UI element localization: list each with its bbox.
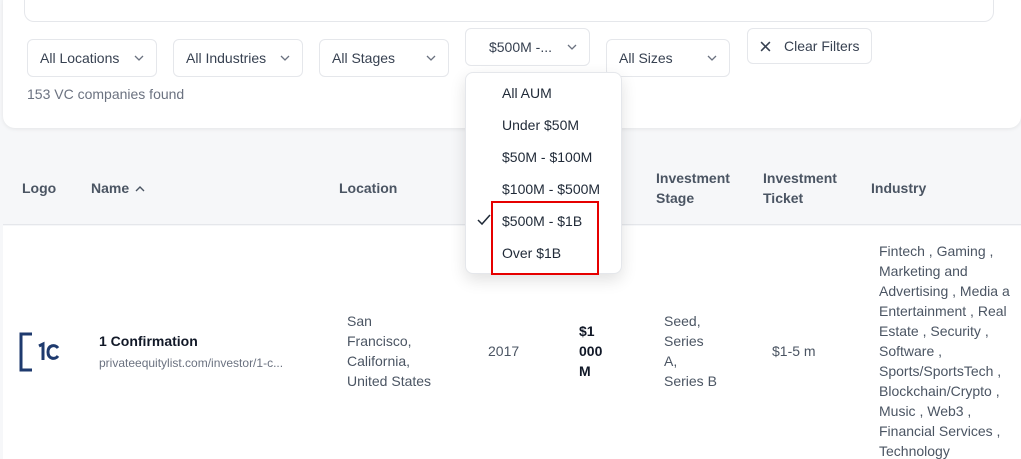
header-stage-line-1: Investment <box>656 170 730 186</box>
chevron-down-icon <box>426 55 436 61</box>
location-line: California, <box>347 353 411 369</box>
header-name[interactable]: Name <box>91 178 145 198</box>
stage-filter[interactable]: All Stages <box>319 39 449 77</box>
location-line: United States <box>347 373 432 389</box>
industry-line: Marketing and <box>879 263 968 279</box>
stage-line: Series <box>664 333 704 349</box>
aum-line: 000 <box>579 343 603 359</box>
aum-option-50m-100m[interactable]: $50M - $100M <box>502 149 592 165</box>
aum-option-all[interactable]: All AUM <box>502 85 552 101</box>
stage-line: Seed, <box>664 313 701 329</box>
industry-line: Financial Services , <box>879 423 1001 439</box>
location-line: Francisco, <box>347 333 412 349</box>
chevron-down-icon <box>280 55 290 61</box>
company-logo <box>19 332 60 372</box>
company-name[interactable]: 1 Confirmation <box>99 331 198 351</box>
results-count: 153 VC companies found <box>27 86 185 102</box>
industry-line: Sports/SportsTech , <box>879 363 1002 379</box>
header-industry: Industry <box>871 180 927 196</box>
aum-line: M <box>579 363 591 379</box>
sort-ascending-icon <box>135 186 145 192</box>
location-line: San <box>347 313 372 329</box>
industry-line: Estate , Security , <box>879 323 989 339</box>
investment-stages: Seed, Series A, Series B <box>664 311 717 391</box>
industry-line: Entertainment , Real <box>879 303 1007 319</box>
industry-line: Fintech , Gaming , <box>879 243 994 259</box>
aum-option-100m-500m[interactable]: $100M - $500M <box>502 181 600 197</box>
chevron-down-icon <box>707 55 717 61</box>
chevron-down-icon <box>134 55 144 61</box>
industry-line: Technology <box>879 443 950 459</box>
stage-line: Series B <box>664 373 717 389</box>
header-investment-stage: Investment Stage <box>656 168 730 208</box>
header-investment-ticket: Investment Ticket <box>763 168 837 208</box>
aum-option-under-50m[interactable]: Under $50M <box>502 117 579 133</box>
aum-line: $1 <box>579 323 595 339</box>
location-filter-label: All Locations <box>40 50 120 66</box>
industry-list: Fintech , Gaming , Marketing and Adverti… <box>879 241 1010 459</box>
industry-line: Advertising , Media a <box>879 283 1010 299</box>
clear-filters-button[interactable]: Clear Filters <box>747 28 872 64</box>
search-bar[interactable] <box>24 0 994 22</box>
industry-line: Music , Web3 , <box>879 403 972 419</box>
industry-filter[interactable]: All Industries <box>173 39 303 77</box>
highlight-box <box>491 201 599 275</box>
industry-line: Blockchain/Crypto , <box>879 383 1000 399</box>
aum-filter[interactable]: $500M -... <box>465 28 590 66</box>
company-url[interactable]: privateequitylist.com/investor/1-c... <box>99 353 283 373</box>
location-filter[interactable]: All Locations <box>27 39 157 77</box>
industry-line: Software , <box>879 343 943 359</box>
close-icon <box>760 41 771 51</box>
size-filter[interactable]: All Sizes <box>606 39 730 77</box>
header-ticket-line-1: Investment <box>763 170 837 186</box>
stage-line: A, <box>664 353 678 369</box>
aum-filter-label: $500M -... <box>488 39 553 55</box>
founded-year: 2017 <box>488 343 520 359</box>
header-ticket-line-2: Ticket <box>763 190 804 206</box>
header-stage-line-2: Stage <box>656 190 695 206</box>
header-logo: Logo <box>22 180 57 196</box>
chevron-down-icon <box>567 44 577 50</box>
size-filter-label: All Sizes <box>619 50 673 66</box>
header-location: Location <box>339 180 398 196</box>
header-name-label: Name <box>91 180 130 196</box>
industry-filter-label: All Industries <box>186 50 267 66</box>
stage-filter-label: All Stages <box>332 50 396 66</box>
company-aum: $1 000 M <box>579 321 602 381</box>
company-location: San Francisco, California, United States <box>347 311 431 391</box>
clear-filters-label: Clear Filters <box>784 38 860 54</box>
checkmark-icon <box>477 214 491 226</box>
investment-ticket: $1-5 m <box>772 343 816 359</box>
